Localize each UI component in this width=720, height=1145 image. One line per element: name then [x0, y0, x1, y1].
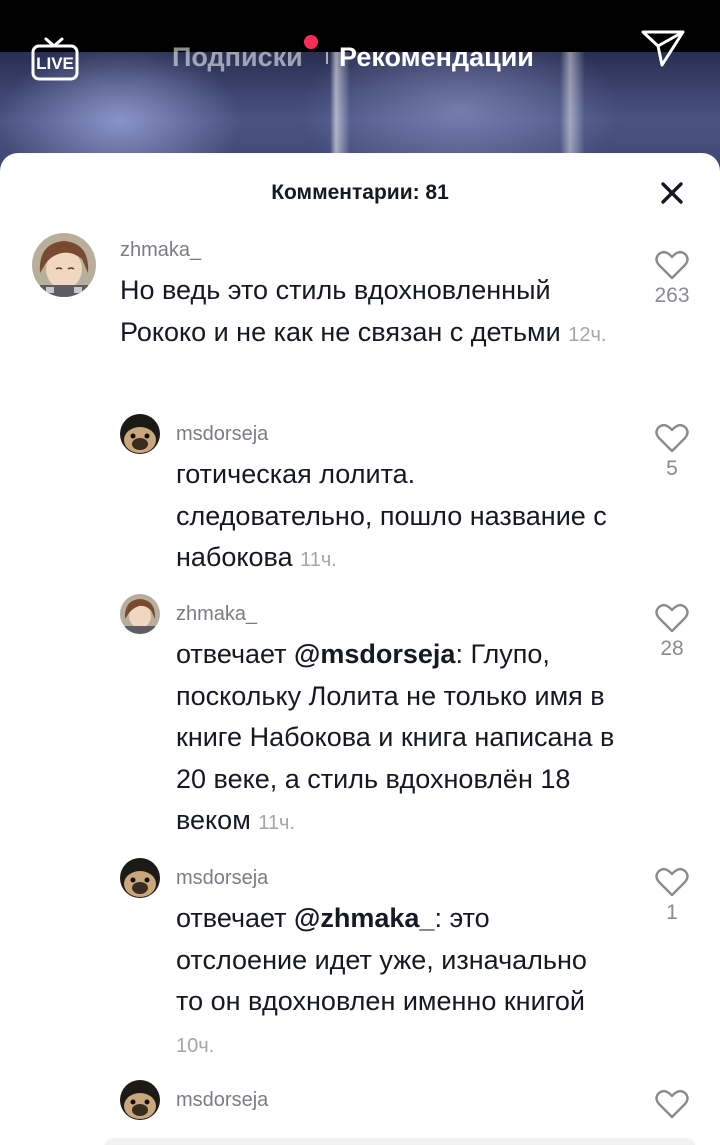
avatar[interactable]: [120, 1080, 160, 1120]
reply-timestamp: 10ч.: [176, 1034, 215, 1057]
heart-icon: [655, 1089, 689, 1119]
reply-body: готическая лолита. следовательно, пошло …: [176, 459, 607, 572]
like-button[interactable]: 1: [637, 867, 707, 926]
like-button[interactable]: 28: [637, 603, 707, 662]
reply-username[interactable]: msdorseja: [176, 866, 268, 890]
heart-icon: [655, 603, 689, 633]
reply-username[interactable]: msdorseja: [176, 1088, 268, 1112]
reply-prefix: отвечает: [176, 639, 295, 669]
reply-timestamp: 11ч.: [258, 812, 296, 834]
like-count: 263: [654, 284, 690, 307]
send-arrow-icon[interactable]: [640, 28, 686, 68]
comment-timestamp: 12ч.: [568, 323, 607, 346]
tab-recommendations[interactable]: Рекомендации: [339, 40, 534, 74]
mention-link[interactable]: @msdorseja: [294, 639, 455, 669]
reply-text: готическая лолита. следовательно, пошло …: [176, 454, 616, 582]
like-button[interactable]: 263: [637, 250, 707, 309]
close-icon[interactable]: [660, 181, 684, 205]
tab-subscriptions[interactable]: Подписки: [172, 40, 303, 74]
tab-divider: [326, 52, 328, 64]
like-count: 5: [666, 457, 678, 480]
like-button[interactable]: [637, 1089, 707, 1119]
reply-text: отвечает @msdorseja: Глупо, поскольку Ло…: [176, 634, 616, 845]
heart-icon: [655, 423, 689, 453]
reply-username[interactable]: zhmaka_: [176, 602, 257, 626]
comment-text: Но ведь это стиль вдохновленный Рококо и…: [120, 270, 620, 356]
comment-username[interactable]: zhmaka_: [120, 238, 201, 262]
comment-body: Но ведь это стиль вдохновленный Рококо и…: [120, 275, 561, 347]
comments-title: Комментарии: 81: [271, 181, 449, 204]
comments-sheet: Комментарии: 81 zhmaka_ Но ведь это стил…: [0, 153, 720, 1145]
heart-icon: [655, 867, 689, 897]
live-tv-icon[interactable]: LIVE: [30, 36, 80, 82]
svg-text:LIVE: LIVE: [36, 54, 74, 73]
reply-text: отвечает @zhmaka_: это отслоение идет уж…: [176, 898, 616, 1067]
comment-input-bar[interactable]: [104, 1138, 696, 1145]
reply-timestamp: 11ч.: [300, 549, 337, 571]
heart-icon: [655, 250, 689, 280]
reply-username[interactable]: msdorseja: [176, 422, 268, 446]
avatar[interactable]: [32, 233, 96, 297]
avatar[interactable]: [120, 414, 160, 454]
notification-dot: [304, 35, 318, 49]
mention-link[interactable]: @zhmaka_: [294, 903, 434, 933]
reply-prefix: отвечает: [176, 903, 295, 933]
like-count: 1: [666, 901, 678, 924]
avatar[interactable]: [120, 858, 160, 898]
like-count: 28: [660, 637, 684, 660]
like-button[interactable]: 5: [637, 423, 707, 482]
avatar[interactable]: [120, 594, 160, 634]
